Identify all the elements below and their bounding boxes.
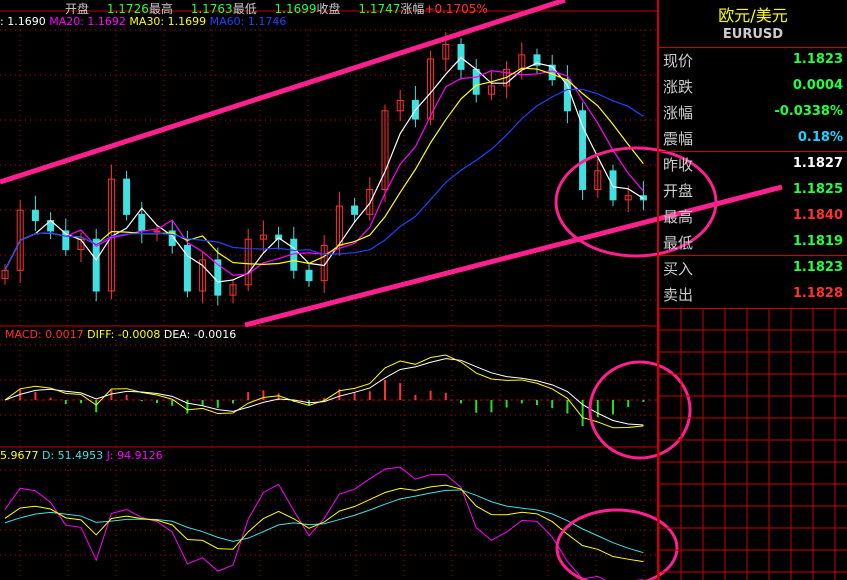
ma30-label: MA30:	[129, 15, 165, 28]
kdj-legend: 5.9677 D: 51.4953 J: 94.9126	[0, 449, 163, 462]
macd-value: MACD: 0.0017	[5, 328, 84, 341]
close-value: 1.1747	[358, 2, 401, 16]
ma10-value: : 1.1690	[0, 15, 46, 28]
quote-value: 1.1823	[792, 260, 843, 275]
quote-row: 最低 1.1819	[663, 232, 843, 258]
trading-chart: 开盘 1.1726最高 1.1763最低 1.1699收盘 1.1747涨幅+0…	[0, 0, 847, 580]
instrument-symbol: EURUSD	[722, 27, 784, 42]
quote-label: 昨收	[663, 156, 694, 174]
ma-legend: : 1.1690 MA20: 1.1692 MA30: 1.1699 MA60:…	[0, 15, 286, 28]
candle	[351, 205, 359, 215]
quote-value: 1.1827	[792, 156, 843, 171]
low-label: 最低	[232, 2, 257, 16]
d-line	[4, 489, 644, 554]
quote-value: 1.1840	[792, 208, 843, 223]
quote-value: 1.1819	[792, 234, 843, 249]
open-label: 开盘	[65, 2, 90, 16]
quote-row: 涨跌 0.0004	[663, 76, 843, 102]
quote-panel: 欧元/美元 EURUSD 现价 1.1823 涨跌 0.0004 涨幅 -0.0338% 震…	[657, 0, 847, 580]
candle	[123, 178, 131, 215]
high-label: 最高	[148, 2, 173, 16]
d-value: D: 51.4953	[42, 449, 104, 462]
high-value: 1.1763	[190, 2, 233, 16]
quote-row: 现价 1.1823	[663, 50, 843, 76]
ma60-label: MA60:	[209, 15, 245, 28]
quote-label: 开盘	[663, 182, 694, 200]
ma60-value: 1.1746	[247, 15, 287, 28]
candle	[138, 213, 146, 232]
ma20-label: MA20:	[49, 15, 84, 28]
candle	[153, 230, 161, 233]
quote-row: 买入 1.1823	[663, 258, 843, 284]
quote-value: 1.1828	[792, 286, 843, 301]
candle	[305, 269, 313, 282]
j-value: J: 94.9126	[106, 449, 163, 462]
candle	[472, 68, 480, 95]
quote-value: 0.0004	[792, 78, 843, 93]
chart-canvas[interactable]	[0, 0, 657, 580]
quote-label: 买入	[663, 260, 694, 278]
macd-legend: MACD: 0.0017 DIFF: -0.0008 DEA: -0.0016	[5, 328, 236, 341]
candle	[31, 209, 39, 222]
close-label: 收盘	[316, 2, 341, 16]
quote-label: 最高	[663, 208, 694, 226]
instrument-name: 欧元/美元	[718, 6, 788, 25]
quote-value: -0.0338%	[774, 104, 843, 119]
quote-label: 卖出	[663, 286, 694, 304]
quote-row: 最高 1.1840	[663, 206, 843, 232]
change-label: 涨幅	[400, 2, 425, 16]
change-value: +0.1705%	[424, 2, 488, 16]
side-grid	[659, 308, 847, 580]
quote-label: 涨幅	[663, 104, 694, 122]
quote-value: 1.1823	[792, 52, 843, 67]
quote-label: 震幅	[663, 130, 694, 148]
quote-label: 涨跌	[663, 78, 694, 96]
quote-value: 0.18%	[797, 130, 843, 145]
quote-row: 涨幅 -0.0338%	[663, 102, 843, 128]
quote-row: 震幅 0.18%	[663, 128, 843, 154]
candle	[609, 170, 617, 201]
quote-row: 开盘 1.1825	[663, 180, 843, 206]
low-value: 1.1699	[274, 2, 317, 16]
quote-label: 最低	[663, 234, 694, 252]
quote-row: 卖出 1.1828	[663, 284, 843, 310]
quote-value: 1.1825	[792, 182, 843, 197]
k-value: 5.9677	[0, 449, 39, 462]
quote-row: 昨收 1.1827	[663, 154, 843, 180]
dea-value: DEA: -0.0016	[163, 328, 237, 341]
quote-label: 现价	[663, 52, 694, 70]
ma30-value: 1.1699	[167, 15, 207, 28]
diff-value: DIFF: -0.0008	[87, 328, 161, 341]
open-value: 1.1726	[106, 2, 149, 16]
ma20-value: 1.1692	[87, 15, 126, 28]
candle	[92, 238, 100, 292]
